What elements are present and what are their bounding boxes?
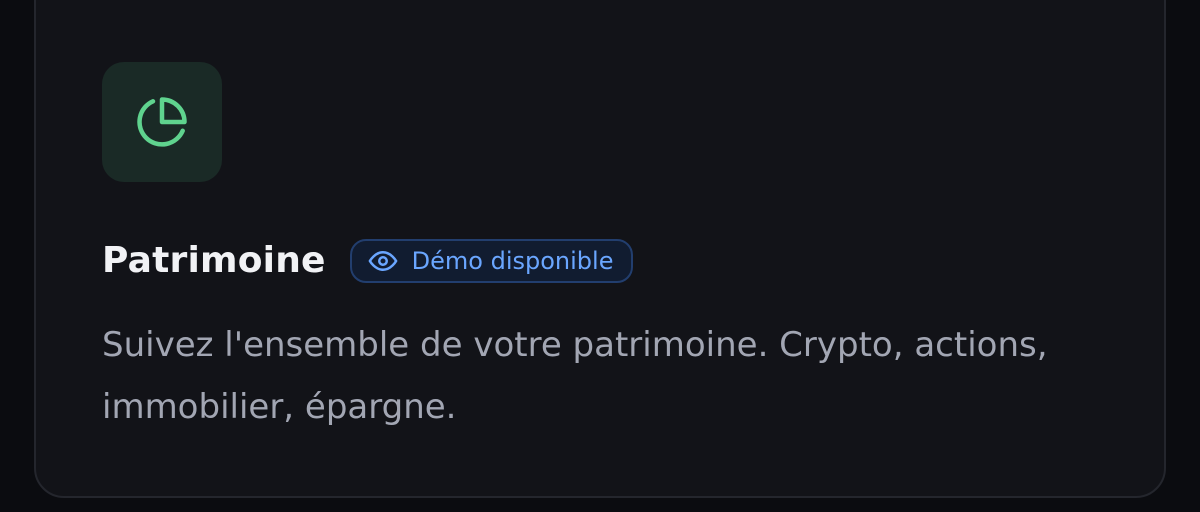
pie-chart-icon [137, 97, 187, 147]
demo-badge-label: Démo disponible [411, 247, 614, 275]
demo-badge[interactable]: Démo disponible [349, 239, 634, 283]
feature-card[interactable]: Patrimoine Démo disponible Suivez l'ense… [34, 0, 1166, 498]
icon-tile [102, 62, 222, 182]
card-description: Suivez l'ensemble de votre patrimoine. C… [102, 325, 1048, 427]
card-title: Patrimoine [102, 240, 326, 281]
eye-icon [368, 246, 398, 276]
title-row: Patrimoine Démo disponible [102, 237, 634, 285]
